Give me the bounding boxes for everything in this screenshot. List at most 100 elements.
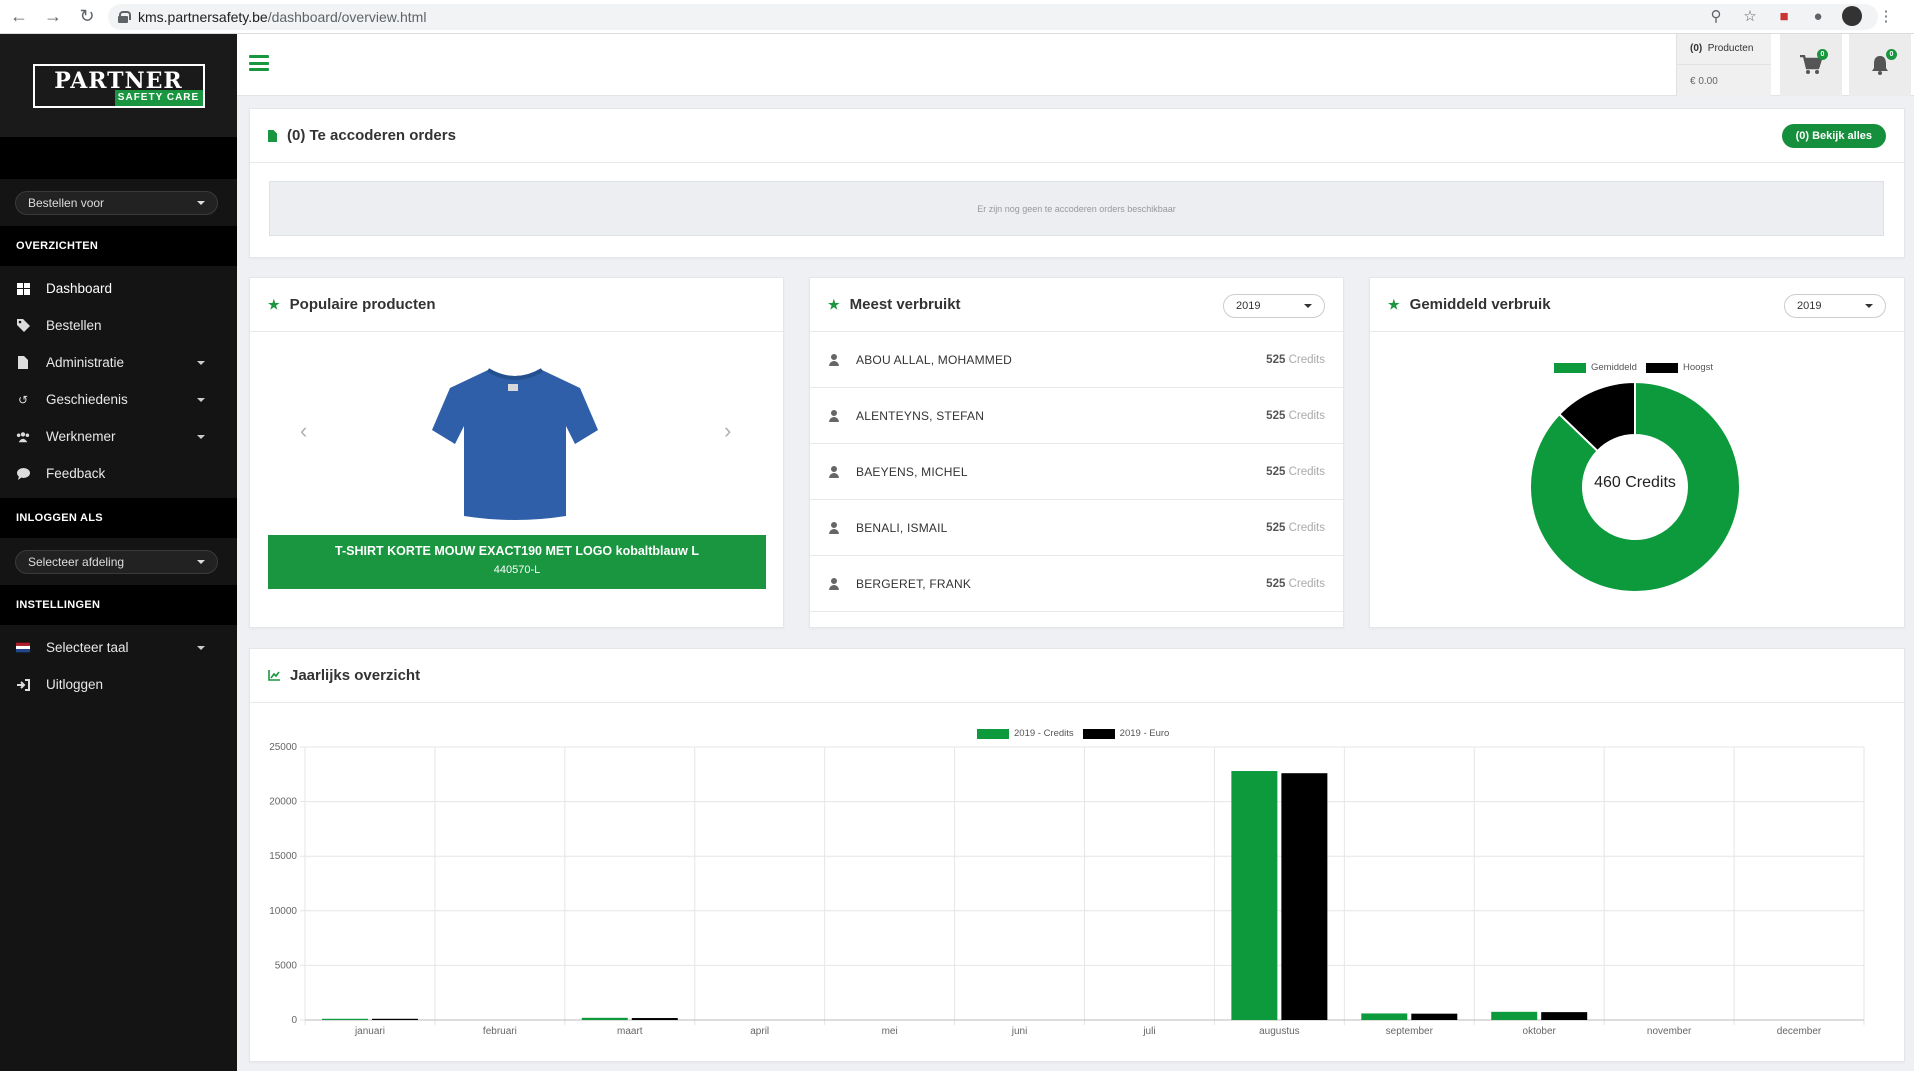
y-tick-label: 10000	[269, 906, 297, 917]
list-item[interactable]: BERGERET, FRANK 525 Credits	[810, 556, 1343, 612]
back-icon[interactable]: ←	[4, 2, 34, 32]
year-select-value: 2019	[1236, 300, 1261, 312]
legend-label: Hoogst	[1682, 362, 1714, 373]
list-item[interactable]: ABOU ALLAL, MOHAMMED 525 Credits	[810, 332, 1343, 388]
donut-center-label: 460 Credits	[1594, 474, 1676, 491]
menu-kebab-icon[interactable]: ⋮	[1876, 6, 1896, 26]
user-icon	[828, 521, 840, 534]
cart-total: € 0.00	[1690, 76, 1718, 87]
year-select[interactable]: 2019	[1223, 294, 1325, 318]
star-icon: ★	[1388, 296, 1400, 312]
profile-avatar-icon[interactable]	[1842, 6, 1862, 26]
bar-euro-september[interactable]	[1411, 1013, 1458, 1020]
address-bar[interactable]: kms.partnersafety.be/dashboard/overview.…	[108, 4, 1878, 30]
browser-toolbar: ← → ↻ kms.partnersafety.be/dashboard/ove…	[0, 0, 1914, 34]
flag-nl-icon	[16, 641, 30, 655]
employee-name: ALENTEYNS, STEFAN	[856, 408, 985, 423]
bar-euro-maart[interactable]	[631, 1018, 678, 1020]
logo-subtitle: SAFETY CARE	[114, 89, 203, 106]
product-code: 440570-L	[493, 564, 541, 576]
notifications-badge: 0	[1886, 49, 1897, 60]
donut-legend: Gemiddeld Hoogst	[1554, 362, 1722, 373]
popular-card-header: ★ Populaire producten	[250, 278, 783, 332]
list-item[interactable]: BAEYENS, MICHEL 525 Credits	[810, 444, 1343, 500]
credits-value: 525	[1266, 465, 1286, 478]
url-path: /dashboard/overview.html	[267, 9, 427, 25]
chevron-down-icon	[197, 559, 205, 564]
user-icon	[828, 353, 840, 366]
sidebar-item-dashboard[interactable]: Dashboard	[0, 270, 237, 307]
sidebar-item-logout[interactable]: Uitloggen	[0, 666, 237, 703]
product-image[interactable]	[430, 366, 600, 522]
y-tick-label: 5000	[275, 960, 298, 971]
user-icon	[828, 409, 840, 422]
x-tick-label: oktober	[1523, 1026, 1557, 1037]
x-tick-label: juni	[1011, 1026, 1028, 1037]
sidebar-item-language[interactable]: Selecteer taal	[0, 629, 237, 666]
popular-card-title: Populaire producten	[289, 296, 436, 313]
order-for-select[interactable]: Bestellen voor	[15, 190, 218, 215]
cart-count: (0)	[1690, 43, 1703, 54]
bar-credits-januari[interactable]	[321, 1018, 368, 1020]
carousel-next-icon[interactable]: ›	[724, 418, 731, 444]
bar-euro-januari[interactable]	[371, 1018, 418, 1020]
credits-unit: Credits	[1288, 521, 1325, 534]
list-item[interactable]: ALENTEYNS, STEFAN 525 Credits	[810, 388, 1343, 444]
topbar: (0) Producten € 0.00 0 0	[237, 34, 1914, 96]
legend-item[interactable]: Hoogst	[1645, 362, 1714, 373]
most-used-card: ★ Meest verbruikt 2019 ABOU ALLAL, MOHAM…	[809, 277, 1344, 628]
section-header-login-as: INLOGGEN ALS	[0, 498, 237, 538]
reload-icon[interactable]: ↻	[72, 2, 102, 32]
sidebar-item-label: Dashboard	[46, 281, 113, 296]
y-tick-label: 15000	[269, 851, 297, 862]
view-all-button[interactable]: (0) Bekijk alles	[1781, 124, 1886, 148]
legend-item[interactable]: Gemiddeld	[1554, 362, 1637, 373]
sidebar-item-employee[interactable]: Werknemer	[0, 418, 237, 455]
department-select[interactable]: Selecteer afdeling	[15, 549, 218, 574]
bar-credits-september[interactable]	[1361, 1013, 1408, 1020]
sidebar-item-administration[interactable]: Administratie	[0, 344, 237, 381]
list-item[interactable]: BENALI, ISMAIL 525 Credits	[810, 500, 1343, 556]
year-select[interactable]: 2019	[1784, 294, 1886, 318]
forward-icon[interactable]: →	[38, 2, 68, 32]
credits-unit: Credits	[1288, 409, 1325, 422]
zoom-icon[interactable]: ⚲	[1706, 6, 1726, 26]
carousel-prev-icon[interactable]: ‹	[300, 418, 307, 444]
x-tick-label: september	[1386, 1026, 1434, 1037]
chevron-down-icon	[197, 646, 205, 650]
brand-logo[interactable]: PARTNER SAFETY CARE	[32, 63, 205, 108]
notifications-button[interactable]: 0	[1849, 34, 1911, 96]
section-header-overviews: OVERZICHTEN	[0, 226, 237, 266]
bar-credits-oktober[interactable]	[1491, 1011, 1538, 1020]
y-tick-label: 25000	[269, 742, 297, 753]
chevron-down-icon	[197, 361, 205, 365]
bookmark-star-icon[interactable]: ☆	[1740, 6, 1760, 26]
employee-credits: 525 Credits	[1266, 522, 1325, 534]
sidebar-item-order[interactable]: Bestellen	[0, 307, 237, 344]
chevron-down-icon	[1865, 304, 1873, 308]
hamburger-menu-icon[interactable]	[249, 55, 269, 71]
cart-button[interactable]: 0	[1780, 34, 1842, 96]
user-icon	[828, 577, 840, 590]
employee-credits: 525 Credits	[1266, 466, 1325, 478]
cart-summary[interactable]: (0) Producten € 0.00	[1676, 34, 1771, 96]
pdf-extension-icon[interactable]: ■	[1774, 6, 1794, 26]
x-tick-label: januari	[354, 1026, 385, 1037]
department-select-value: Selecteer afdeling	[28, 554, 125, 569]
chevron-down-icon	[197, 435, 205, 439]
bar-credits-maart[interactable]	[581, 1017, 628, 1020]
x-tick-label: augustus	[1259, 1026, 1300, 1037]
bar-euro-augustus[interactable]	[1281, 773, 1328, 1020]
bar-euro-oktober[interactable]	[1541, 1012, 1588, 1020]
bar-credits-augustus[interactable]	[1231, 771, 1278, 1020]
credits-unit: Credits	[1288, 577, 1325, 590]
url-host: kms.partnersafety.be	[138, 9, 268, 25]
employee-name: BERGERET, FRANK	[856, 576, 972, 591]
product-banner[interactable]: T-SHIRT KORTE MOUW EXACT190 MET LOGO kob…	[268, 535, 766, 589]
orders-card-title: (0) Te accoderen orders	[287, 127, 456, 144]
sidebar-item-history[interactable]: ↺ Geschiedenis	[0, 381, 237, 418]
popular-products-card: ★ Populaire producten ‹ › T-SHIRT KORTE …	[249, 277, 784, 628]
extension-icon[interactable]: ●	[1808, 6, 1828, 26]
yearly-overview-card: Jaarlijks overzicht 2019 - Credits 2019 …	[249, 648, 1905, 1062]
sidebar-item-feedback[interactable]: Feedback	[0, 455, 237, 492]
